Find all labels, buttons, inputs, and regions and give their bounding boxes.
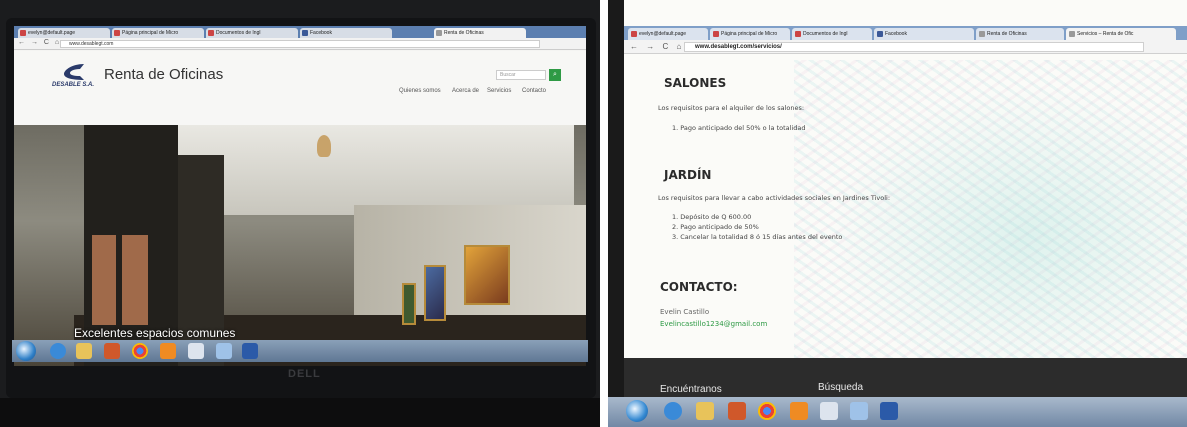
tab-favicon-icon xyxy=(114,30,120,36)
tab-favicon-icon xyxy=(713,31,719,37)
hero-painting xyxy=(424,265,446,321)
word-icon[interactable] xyxy=(242,343,258,359)
hero-brick-wall xyxy=(122,235,148,325)
chrome-icon[interactable] xyxy=(132,343,148,359)
menu-item-servicios[interactable]: Servicios xyxy=(487,88,511,94)
tab-favicon-icon xyxy=(795,31,801,37)
browser-tab-strip: evelyn@default.page Página principal de … xyxy=(14,26,586,38)
screen-moire-pattern xyxy=(794,60,1187,380)
office-icon[interactable] xyxy=(160,343,176,359)
jardin-intro: Los requisitos para llevar a cabo activi… xyxy=(658,194,891,202)
footer-encuentranos: Encuéntranos xyxy=(660,384,722,395)
office-icon[interactable] xyxy=(790,402,808,420)
address-bar: ← → C ⌂ www.desablegt.com/servicios/ xyxy=(624,40,1187,54)
hero-caption: Excelentes espacios comunes xyxy=(74,326,236,340)
media-player-icon[interactable] xyxy=(728,402,746,420)
tab-favicon-icon xyxy=(208,30,214,36)
internet-explorer-icon[interactable] xyxy=(50,343,66,359)
contact-email-link[interactable]: Evelincastillo1234@gmail.com xyxy=(660,320,767,328)
jardin-requirement: 3. Cancelar la totalidad 8 ó 15 días ant… xyxy=(672,233,843,241)
file-explorer-icon[interactable] xyxy=(76,343,92,359)
footer-busqueda: Búsqueda xyxy=(818,382,864,393)
monitor-screen: evelyn@default.page Página principal de … xyxy=(14,26,586,366)
browser-tab[interactable]: Documentos de Ingl xyxy=(792,28,872,40)
browser-tab[interactable]: evelyn@default.page xyxy=(628,28,708,40)
hero-painting xyxy=(464,245,510,305)
tab-favicon-icon xyxy=(20,30,26,36)
url-input[interactable]: www.desablegt.com xyxy=(60,40,540,48)
facebook-icon xyxy=(877,31,883,37)
folder-icon[interactable] xyxy=(216,343,232,359)
nav-arrows-icon[interactable]: ← → C ⌂ xyxy=(18,39,61,46)
hero-painting xyxy=(402,283,416,325)
search-icon: ⌕ xyxy=(553,71,557,78)
search-input[interactable]: Buscar xyxy=(496,70,546,80)
right-monitor-photo: evelyn@default.page Página principal de … xyxy=(608,0,1187,427)
browser-tab-strip: evelyn@default.page Página principal de … xyxy=(624,26,1187,40)
internet-explorer-icon[interactable] xyxy=(664,402,682,420)
desk-surface xyxy=(0,398,600,427)
nav-arrows-icon[interactable]: ← → C ⌂ xyxy=(630,42,684,51)
windows-start-icon[interactable] xyxy=(16,341,36,361)
browser-tab[interactable]: Documentos de Ingl xyxy=(206,28,298,38)
site-title: Renta de Oficinas xyxy=(104,66,224,83)
browser-tab-active[interactable]: Renta de Oficinas xyxy=(434,28,526,38)
jardin-heading: JARDÍN xyxy=(664,168,712,182)
folder-icon[interactable] xyxy=(850,402,868,420)
url-input[interactable]: www.desablegt.com/servicios/ xyxy=(684,42,1144,52)
address-bar: ← → C ⌂ www.desablegt.com xyxy=(14,38,586,50)
tab-favicon-icon xyxy=(631,31,637,37)
browser-tab[interactable]: Renta de Oficinas xyxy=(976,28,1064,40)
tab-favicon-icon xyxy=(979,31,985,37)
media-player-icon[interactable] xyxy=(104,343,120,359)
salones-requirement: 1. Pago anticipado del 50% o la totalida… xyxy=(672,124,806,132)
desable-logo-icon xyxy=(64,64,84,80)
jardin-requirement: 2. Pago anticipado de 50% xyxy=(672,223,759,231)
hero-lamp xyxy=(317,135,331,157)
word-icon[interactable] xyxy=(880,402,898,420)
jardin-requirement: 1. Depósito de Q 600.00 xyxy=(672,213,752,221)
menu-item-acerca-de[interactable]: Acerca de xyxy=(452,88,479,94)
browser-tab-active[interactable]: Servicios – Renta de Ofic xyxy=(1066,28,1176,40)
snipping-tool-icon[interactable] xyxy=(188,343,204,359)
contact-name: Evelin Castillo xyxy=(660,308,710,316)
browser-tab[interactable]: evelyn@default.page xyxy=(18,28,110,38)
photo-divider xyxy=(600,0,608,427)
chrome-icon[interactable] xyxy=(758,402,776,420)
contacto-heading: CONTACTO: xyxy=(660,280,738,294)
windows-start-icon[interactable] xyxy=(626,400,648,422)
search-button[interactable]: ⌕ xyxy=(549,69,561,81)
browser-tab[interactable]: Página principal de Micro xyxy=(112,28,204,38)
site-footer: Encuéntranos Búsqueda xyxy=(624,358,1187,397)
hero-brick-wall xyxy=(92,235,116,325)
menu-item-quienes-somos[interactable]: Quienes somos xyxy=(399,88,441,94)
monitor-screen: evelyn@default.page Página principal de … xyxy=(624,0,1187,397)
file-explorer-icon[interactable] xyxy=(696,402,714,420)
dell-logo: DELL xyxy=(288,368,321,380)
facebook-icon xyxy=(302,30,308,36)
tab-favicon-icon xyxy=(436,30,442,36)
snipping-tool-icon[interactable] xyxy=(820,402,838,420)
browser-tab[interactable]: Facebook xyxy=(874,28,974,40)
browser-tab[interactable]: Página principal de Micro xyxy=(710,28,790,40)
windows-taskbar xyxy=(608,397,1187,427)
salones-intro: Los requisitos para el alquiler de los s… xyxy=(658,104,805,112)
salones-heading: SALONES xyxy=(664,76,727,90)
menu-item-contacto[interactable]: Contacto xyxy=(522,88,546,94)
browser-tab[interactable]: Facebook xyxy=(300,28,392,38)
tab-favicon-icon xyxy=(1069,31,1075,37)
left-monitor-photo: evelyn@default.page Página principal de … xyxy=(0,0,600,427)
logo-text: DESABLE S.A. xyxy=(52,82,95,88)
windows-taskbar xyxy=(12,340,588,362)
